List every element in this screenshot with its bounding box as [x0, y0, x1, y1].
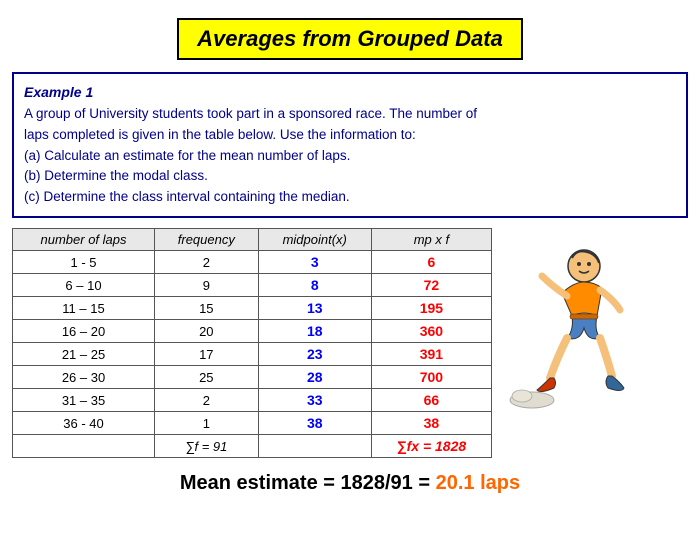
cell-laps: 16 – 20 [13, 320, 155, 343]
cell-mid: 3 [258, 251, 371, 274]
example-text5: (c) Determine the class interval contain… [24, 187, 676, 208]
cell-mid: 8 [258, 274, 371, 297]
cell-laps: 36 - 40 [13, 412, 155, 435]
example-text1: A group of University students took part… [24, 104, 676, 125]
cell-mpf: 391 [371, 343, 491, 366]
cell-freq: 15 [155, 297, 259, 320]
table-row: 36 - 4013838 [13, 412, 492, 435]
cell-freq: 2 [155, 389, 259, 412]
cell-freq: 9 [155, 274, 259, 297]
cell-mpf: 72 [371, 274, 491, 297]
col-header-freq: frequency [155, 229, 259, 251]
runner-illustration [497, 228, 637, 428]
sum-mpf-cell: ∑fx = 1828 [371, 435, 491, 458]
cell-mpf: 195 [371, 297, 491, 320]
cell-freq: 1 [155, 412, 259, 435]
sum-freq-cell: ∑f = 91 [155, 435, 259, 458]
cell-mpf: 66 [371, 389, 491, 412]
table-row: 16 – 202018360 [13, 320, 492, 343]
cell-laps: 6 – 10 [13, 274, 155, 297]
col-header-mpf: mp x f [371, 229, 491, 251]
cell-mpf: 360 [371, 320, 491, 343]
col-header-laps: number of laps [13, 229, 155, 251]
cell-mid: 18 [258, 320, 371, 343]
table-row: 6 – 109872 [13, 274, 492, 297]
cell-mid: 13 [258, 297, 371, 320]
cell-mpf: 700 [371, 366, 491, 389]
cell-mpf: 38 [371, 412, 491, 435]
table-row: 1 - 5236 [13, 251, 492, 274]
table-row: 26 – 302528700 [13, 366, 492, 389]
example-label: Example 1 [24, 82, 676, 104]
mean-estimate-line: Mean estimate = 1828/91 = 20.1 laps [0, 472, 700, 495]
cell-laps: 26 – 30 [13, 366, 155, 389]
example-text4: (b) Determine the modal class. [24, 166, 676, 187]
col-header-mid: midpoint(x) [258, 229, 371, 251]
cell-laps: 11 – 15 [13, 297, 155, 320]
title-container: Averages from Grouped Data [0, 18, 700, 60]
mean-prefix: Mean estimate = 1828/91 = [180, 472, 436, 494]
cell-mid: 38 [258, 412, 371, 435]
cell-laps: 31 – 35 [13, 389, 155, 412]
data-table: number of laps frequency midpoint(x) mp … [12, 228, 492, 458]
table-section: number of laps frequency midpoint(x) mp … [12, 228, 688, 458]
cell-mpf: 6 [371, 251, 491, 274]
cell-mid: 33 [258, 389, 371, 412]
cell-freq: 2 [155, 251, 259, 274]
runner-svg [502, 238, 632, 418]
cell-mid: 28 [258, 366, 371, 389]
example-text2: laps completed is given in the table bel… [24, 125, 676, 146]
cell-freq: 25 [155, 366, 259, 389]
cell-freq: 20 [155, 320, 259, 343]
cell-laps: 21 – 25 [13, 343, 155, 366]
mean-value: 20.1 laps [436, 472, 521, 494]
cell-freq: 17 [155, 343, 259, 366]
page-title: Averages from Grouped Data [177, 18, 523, 60]
sum-mid-cell [258, 435, 371, 458]
cell-laps: 1 - 5 [13, 251, 155, 274]
example-box: Example 1 A group of University students… [12, 72, 688, 218]
example-text3: (a) Calculate an estimate for the mean n… [24, 146, 676, 167]
sum-laps-cell [13, 435, 155, 458]
table-row: 31 – 3523366 [13, 389, 492, 412]
cell-mid: 23 [258, 343, 371, 366]
table-row: 11 – 151513195 [13, 297, 492, 320]
table-row: 21 – 251723391 [13, 343, 492, 366]
